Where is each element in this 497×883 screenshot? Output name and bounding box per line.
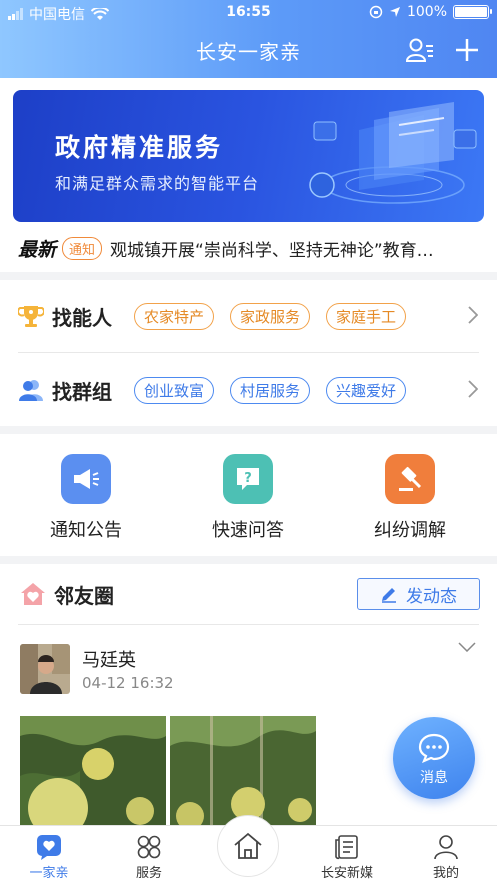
tab-label: 服务 xyxy=(135,866,162,881)
person-icon xyxy=(434,835,458,860)
home-icon xyxy=(234,832,262,859)
mediation-action[interactable]: 纠纷调解 xyxy=(340,454,480,542)
divider xyxy=(18,352,479,353)
notice-label: 通知公告 xyxy=(50,520,122,541)
avatar[interactable] xyxy=(20,644,70,694)
find-people-title: 找能人 xyxy=(52,305,112,330)
news-tag: 通知 xyxy=(62,236,103,260)
tab-label: 一家亲 xyxy=(29,866,69,881)
news-ticker[interactable]: 最新 通知 观城镇开展“崇尚科学、坚持无神论”教育… xyxy=(18,234,488,262)
add-icon[interactable] xyxy=(453,36,481,64)
trophy-icon xyxy=(18,306,44,327)
chip-entrepreneurship[interactable]: 创业致富 xyxy=(134,376,215,404)
gavel-icon xyxy=(385,454,435,504)
chip-farm-products[interactable]: 农家特产 xyxy=(134,302,215,330)
banner-subtitle: 和满足群众需求的智能平台 xyxy=(55,174,260,193)
moments-title: 邻友圈 xyxy=(54,584,114,608)
svg-text:?: ? xyxy=(244,471,252,486)
post-button[interactable]: 发动态 xyxy=(357,578,480,610)
tab-home-family[interactable]: 一家亲 xyxy=(9,832,89,881)
chevron-right-icon xyxy=(468,380,478,398)
find-groups-row[interactable]: 找群组 创业致富 村居服务 兴趣爱好 xyxy=(18,360,480,420)
contacts-icon[interactable] xyxy=(405,36,435,64)
tab-label: 长安新媒 xyxy=(320,866,373,881)
qa-label: 快速问答 xyxy=(212,520,284,541)
find-people-row[interactable]: 找能人 农家特产 家政服务 家庭手工 xyxy=(18,286,480,346)
tab-mine[interactable]: 我的 xyxy=(406,832,486,881)
chip-village-service[interactable]: 村居服务 xyxy=(230,376,311,404)
chip-handicraft[interactable]: 家庭手工 xyxy=(326,302,407,330)
status-bar: 中国电信 16:55 100% xyxy=(0,0,497,26)
megaphone-icon xyxy=(61,454,111,504)
chat-icon xyxy=(418,733,450,763)
battery-percent: 100% xyxy=(406,4,447,20)
messages-label: 消息 xyxy=(420,770,448,786)
battery-icon xyxy=(453,5,492,19)
notice-action[interactable]: 通知公告 xyxy=(16,454,156,542)
post-photo[interactable] xyxy=(170,716,316,826)
location-arrow-icon xyxy=(389,7,400,17)
rotation-lock-icon xyxy=(369,5,383,19)
home-button[interactable] xyxy=(217,815,279,877)
top-bar: 中国电信 16:55 100% 长安一家亲 xyxy=(0,0,497,78)
banner-illustration xyxy=(309,102,477,204)
grid-icon xyxy=(137,835,161,859)
tab-label: 我的 xyxy=(432,866,459,881)
news-icon xyxy=(335,835,358,860)
post-time: 04-12 16:32 xyxy=(82,674,174,692)
post-button-label: 发动态 xyxy=(406,586,457,607)
post-author[interactable]: 马廷英 xyxy=(82,646,136,672)
chip-housekeeping[interactable]: 家政服务 xyxy=(230,302,311,330)
tab-news[interactable]: 长安新媒 xyxy=(307,832,387,881)
chevron-down-icon[interactable] xyxy=(458,642,476,652)
group-icon xyxy=(19,380,43,401)
question-bubble-icon: ? xyxy=(223,454,273,504)
house-heart-icon xyxy=(21,583,45,605)
news-label: 最新 xyxy=(18,238,57,261)
banner-title: 政府精准服务 xyxy=(55,133,224,162)
news-headline[interactable]: 观城镇开展“崇尚科学、坚持无神论”教育… xyxy=(110,236,473,261)
divider xyxy=(18,624,479,625)
pencil-icon xyxy=(382,588,396,603)
mediation-label: 纠纷调解 xyxy=(374,520,446,541)
heart-chat-icon xyxy=(37,835,61,860)
messages-fab[interactable]: 消息 xyxy=(393,717,475,799)
tab-services[interactable]: 服务 xyxy=(109,832,189,881)
post-photo[interactable] xyxy=(20,716,166,826)
chip-hobbies[interactable]: 兴趣爱好 xyxy=(326,376,407,404)
qa-action[interactable]: ? 快速问答 xyxy=(178,454,318,542)
find-groups-title: 找群组 xyxy=(52,379,112,404)
chevron-right-icon xyxy=(468,306,478,324)
promo-banner[interactable]: 政府精准服务 和满足群众需求的智能平台 xyxy=(13,90,484,222)
